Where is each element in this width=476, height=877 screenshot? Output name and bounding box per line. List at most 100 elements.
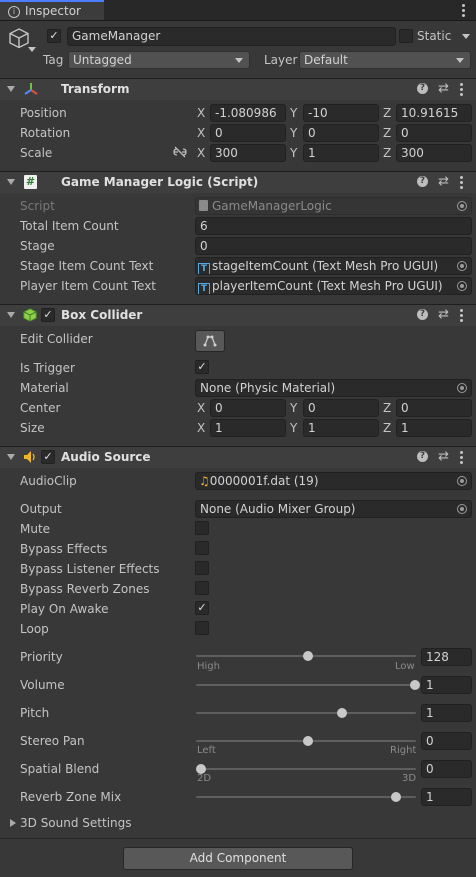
audioclip-field[interactable]: ♫0000001f.dat (19) <box>195 472 472 490</box>
help-icon[interactable]: ? <box>417 176 428 187</box>
axis-z-label[interactable]: Z <box>383 421 391 435</box>
gameobject-cube-icon[interactable] <box>8 27 30 49</box>
volume-slider-thumb[interactable] <box>410 680 420 690</box>
axis-z-label[interactable]: Z <box>383 146 391 160</box>
object-name-field[interactable]: GameManager <box>67 27 396 46</box>
scale-y-field[interactable]: 1 <box>303 144 379 162</box>
scale-z-field[interactable]: 300 <box>396 144 472 162</box>
3d-sound-settings-foldout[interactable]: 3D Sound Settings <box>20 816 132 830</box>
component-menu-icon[interactable] <box>460 451 463 466</box>
pitch-slider-thumb[interactable] <box>337 708 348 718</box>
rotation-z-field[interactable]: 0 <box>396 124 472 142</box>
help-icon[interactable]: ? <box>417 309 428 320</box>
position-x-field[interactable]: -1.080986 <box>210 104 286 122</box>
reverb-zone-mix-field[interactable]: 1 <box>421 788 472 806</box>
axis-z-label[interactable]: Z <box>383 106 391 120</box>
tag-dropdown[interactable]: Untagged <box>68 51 250 69</box>
component-menu-icon[interactable] <box>460 83 463 98</box>
object-picker-icon[interactable] <box>457 201 467 211</box>
axis-x-label[interactable]: X <box>197 401 205 415</box>
bypass-listener-effects-checkbox[interactable] <box>195 561 209 575</box>
component-menu-icon[interactable] <box>460 176 463 191</box>
center-x-field[interactable]: 0 <box>210 399 286 417</box>
object-picker-icon[interactable] <box>457 504 467 514</box>
center-z-field[interactable]: 0 <box>396 399 472 417</box>
axis-x-label[interactable]: X <box>197 146 205 160</box>
axis-z-label[interactable]: Z <box>383 126 391 140</box>
priority-slider-thumb[interactable] <box>303 651 313 661</box>
stage-item-count-text-field[interactable]: TstageItemCount (Text Mesh Pro UGUI) <box>195 257 472 275</box>
axis-z-label[interactable]: Z <box>383 401 391 415</box>
component-menu-icon[interactable] <box>460 309 463 324</box>
box-collider-header[interactable]: ✓ Box Collider ? ⇄ <box>0 304 476 326</box>
object-picker-icon[interactable] <box>457 383 467 393</box>
presets-icon[interactable]: ⇄ <box>438 307 449 322</box>
volume-field[interactable]: 1 <box>421 676 472 694</box>
center-y-field[interactable]: 0 <box>303 399 379 417</box>
box-collider-enabled-checkbox[interactable]: ✓ <box>41 308 55 322</box>
edit-collider-button[interactable] <box>195 330 225 352</box>
axis-y-label[interactable]: Y <box>290 401 297 415</box>
foldout-arrow-icon[interactable] <box>7 86 15 92</box>
presets-icon[interactable]: ⇄ <box>438 449 449 464</box>
spatial-blend-field[interactable]: 0 <box>421 760 472 778</box>
object-picker-icon[interactable] <box>457 261 467 271</box>
stereo-pan-field[interactable]: 0 <box>421 732 472 750</box>
size-z-field[interactable]: 1 <box>396 419 472 437</box>
bypass-effects-checkbox[interactable] <box>195 541 209 555</box>
axis-y-label[interactable]: Y <box>290 146 297 160</box>
add-component-button[interactable]: Add Component <box>123 847 353 870</box>
size-y-field[interactable]: 1 <box>303 419 379 437</box>
material-field[interactable]: None (Physic Material) <box>195 379 472 397</box>
loop-checkbox[interactable] <box>195 621 209 635</box>
axis-x-label[interactable]: X <box>197 421 205 435</box>
pitch-field[interactable]: 1 <box>421 704 472 722</box>
rotation-y-field[interactable]: 0 <box>303 124 379 142</box>
presets-icon[interactable]: ⇄ <box>438 81 449 96</box>
bypass-reverb-zones-checkbox[interactable] <box>195 581 209 595</box>
axis-y-label[interactable]: Y <box>290 421 297 435</box>
mute-checkbox[interactable] <box>195 521 209 535</box>
stereo-pan-slider-thumb[interactable] <box>303 736 313 746</box>
help-icon[interactable]: ? <box>417 451 428 462</box>
reverb-zone-mix-slider-track[interactable] <box>196 796 416 798</box>
pitch-slider-track[interactable] <box>196 712 416 714</box>
output-field[interactable]: None (Audio Mixer Group) <box>195 500 472 518</box>
axis-y-label[interactable]: Y <box>290 126 297 140</box>
priority-field[interactable]: 128 <box>421 648 472 666</box>
volume-slider-track[interactable] <box>196 684 416 686</box>
foldout-arrow-icon[interactable] <box>7 454 15 460</box>
audio-source-header[interactable]: ✓ Audio Source ? ⇄ <box>0 446 476 468</box>
constrain-proportions-icon[interactable] <box>172 146 188 158</box>
foldout-arrow-icon[interactable] <box>10 819 16 827</box>
stage-field[interactable]: 0 <box>195 237 472 255</box>
is-trigger-checkbox[interactable]: ✓ <box>195 360 209 374</box>
presets-icon[interactable]: ⇄ <box>438 174 449 189</box>
foldout-arrow-icon[interactable] <box>7 312 15 318</box>
spatial-blend-slider-track[interactable] <box>196 768 416 770</box>
active-checkbox[interactable]: ✓ <box>47 29 61 43</box>
axis-y-label[interactable]: Y <box>290 106 297 120</box>
size-x-field[interactable]: 1 <box>210 419 286 437</box>
reverb-zone-mix-slider-thumb[interactable] <box>390 792 401 802</box>
rotation-x-field[interactable]: 0 <box>210 124 286 142</box>
help-icon[interactable]: ? <box>417 83 428 94</box>
static-dropdown-caret[interactable] <box>462 34 470 39</box>
window-menu-icon[interactable] <box>462 4 465 19</box>
icon-dropdown-caret[interactable] <box>28 47 36 52</box>
object-picker-icon[interactable] <box>457 281 467 291</box>
layer-dropdown[interactable]: Default <box>299 51 471 69</box>
total-item-count-field[interactable]: 6 <box>195 217 472 235</box>
transform-header[interactable]: Transform ? ⇄ <box>0 78 476 100</box>
static-checkbox[interactable] <box>399 29 413 43</box>
scale-x-field[interactable]: 300 <box>210 144 286 162</box>
position-z-field[interactable]: 10.91615 <box>396 104 472 122</box>
position-y-field[interactable]: -10 <box>303 104 379 122</box>
player-item-count-text-field[interactable]: TplayerItemCount (Text Mesh Pro UGUI) <box>195 277 472 295</box>
audio-source-enabled-checkbox[interactable]: ✓ <box>41 450 55 464</box>
axis-x-label[interactable]: X <box>197 106 205 120</box>
play-on-awake-checkbox[interactable]: ✓ <box>195 601 209 615</box>
object-picker-icon[interactable] <box>457 476 467 486</box>
tab-inspector[interactable]: i Inspector <box>0 0 104 20</box>
axis-x-label[interactable]: X <box>197 126 205 140</box>
